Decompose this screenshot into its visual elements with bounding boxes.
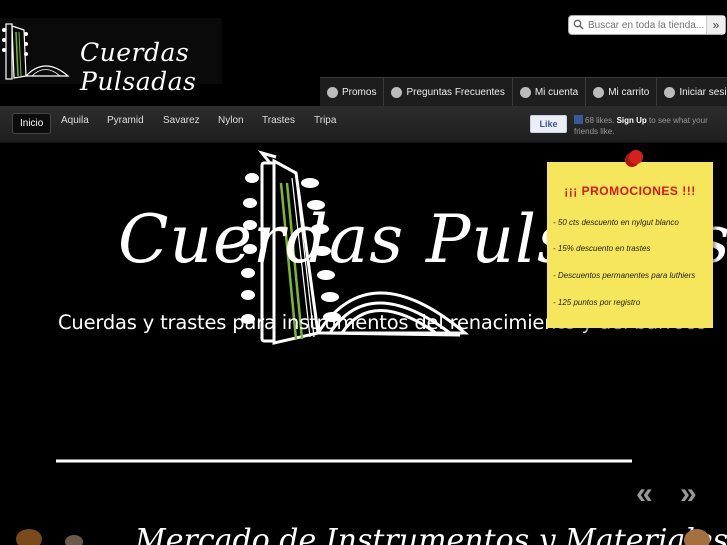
top-nav-label: Mi carrito [608, 87, 650, 98]
top-nav-faq[interactable]: Preguntas Frecuentes [383, 78, 511, 107]
search-box: » [568, 15, 726, 35]
facebook-like-button[interactable]: Like [530, 115, 567, 133]
top-nav-promos[interactable]: Promos [320, 78, 383, 107]
top-nav-account[interactable]: Mi cuenta [511, 78, 585, 107]
promo-item: - 50 cts descuento en nylgut blanco [553, 218, 679, 227]
nav-savarez[interactable]: Savarez [163, 115, 200, 126]
like-label: Like [539, 119, 558, 129]
search-icon [573, 19, 584, 30]
like-count: 68 likes. [585, 116, 615, 125]
search-input[interactable] [588, 17, 704, 33]
bottom-banner-text: Mercado de Instrumentos y Materiales [135, 523, 727, 545]
promo-note[interactable]: ¡¡¡ PROMOCIONES !!! - 50 cts descuento e… [547, 150, 713, 328]
facebook-icon [574, 115, 583, 124]
pushpin-icon [629, 150, 643, 164]
top-nav-login[interactable]: Iniciar sesión [656, 78, 727, 107]
promo-title: ¡¡¡ PROMOCIONES !!! [564, 184, 696, 198]
search-submit-button[interactable]: » [706, 16, 725, 34]
bottom-banner: Mercado de Instrumentos y Materiales [0, 523, 727, 545]
facebook-social-text: 68 likes. Sign Up to see what your frien… [574, 115, 722, 137]
nav-inicio[interactable]: Inicio [12, 113, 52, 134]
slider-next-button[interactable]: » [680, 477, 697, 511]
coin-icon [327, 87, 338, 98]
lute-logo-icon [2, 23, 70, 80]
top-nav-label: Promos [342, 87, 377, 98]
nav-tripa[interactable]: Tripa [314, 115, 336, 126]
top-nav-label: Iniciar sesión [679, 87, 727, 98]
promo-item: - Descuentos permanentes para luthiers [553, 271, 696, 280]
nav-pyramid[interactable]: Pyramid [107, 115, 144, 126]
promo-item: - 15% descuento en trastes [553, 244, 651, 253]
nav-nylon[interactable]: Nylon [218, 115, 244, 126]
cart-icon [593, 87, 605, 98]
user-icon [519, 87, 531, 98]
nav-aquila[interactable]: Aquila [61, 115, 89, 126]
top-nav-label: Mi cuenta [534, 87, 579, 98]
instrument-image [16, 529, 42, 545]
top-nav-cart[interactable]: Mi carrito [585, 78, 656, 107]
signup-link[interactable]: Sign Up [617, 116, 647, 125]
question-icon [391, 87, 403, 98]
site-logo[interactable]: Cuerdas Pulsadas [0, 18, 222, 96]
top-nav-label: Preguntas Frecuentes [406, 87, 505, 98]
slider-prev-button[interactable]: « [636, 477, 653, 511]
instrument-image [684, 529, 710, 545]
instrument-image [65, 535, 83, 545]
top-nav: Promos Preguntas Frecuentes Mi cuenta Mi… [320, 77, 727, 107]
logo-text: Cuerdas Pulsadas [80, 38, 197, 96]
nav-trastes[interactable]: Trastes [262, 115, 295, 126]
promo-item: - 125 puntos por registro [553, 298, 641, 307]
key-icon [664, 87, 676, 98]
